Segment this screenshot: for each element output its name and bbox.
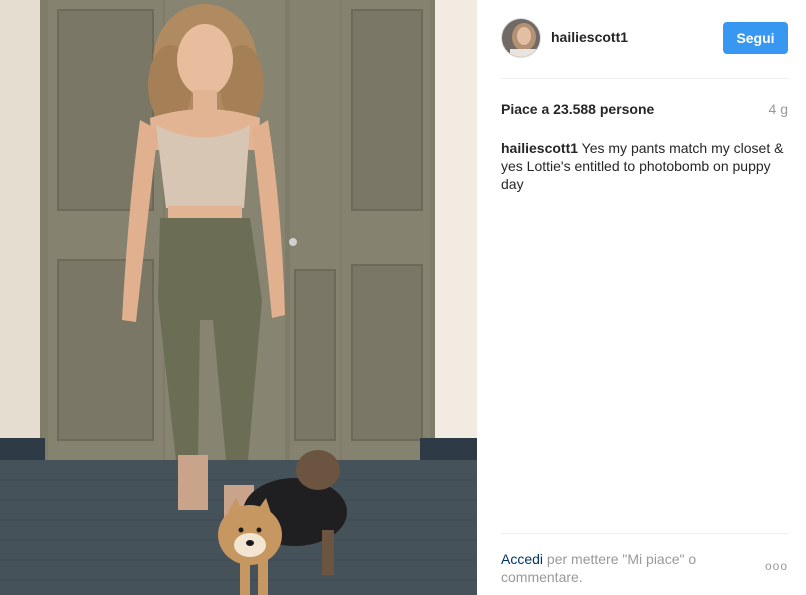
divider [501, 78, 789, 79]
post-caption: hailiescott1 Yes my pants match my close… [501, 139, 786, 193]
divider [501, 533, 789, 534]
post-time[interactable]: 4 g [769, 101, 788, 117]
more-options-icon[interactable]: ooo [765, 559, 788, 573]
login-link[interactable]: Accedi [501, 551, 543, 567]
username-link[interactable]: hailiescott1 [551, 29, 628, 45]
avatar[interactable] [501, 18, 541, 58]
login-prompt: Accedi per mettere "Mi piace" o commenta… [501, 550, 741, 586]
post-header: hailiescott1 Segui [501, 18, 788, 62]
caption-username[interactable]: hailiescott1 [501, 140, 578, 156]
post-photo[interactable] [0, 0, 477, 595]
likes-count[interactable]: Piace a 23.588 persone [501, 101, 654, 117]
post-side-panel: hailiescott1 Segui Piace a 23.588 person… [477, 0, 806, 595]
follow-button[interactable]: Segui [723, 22, 788, 54]
